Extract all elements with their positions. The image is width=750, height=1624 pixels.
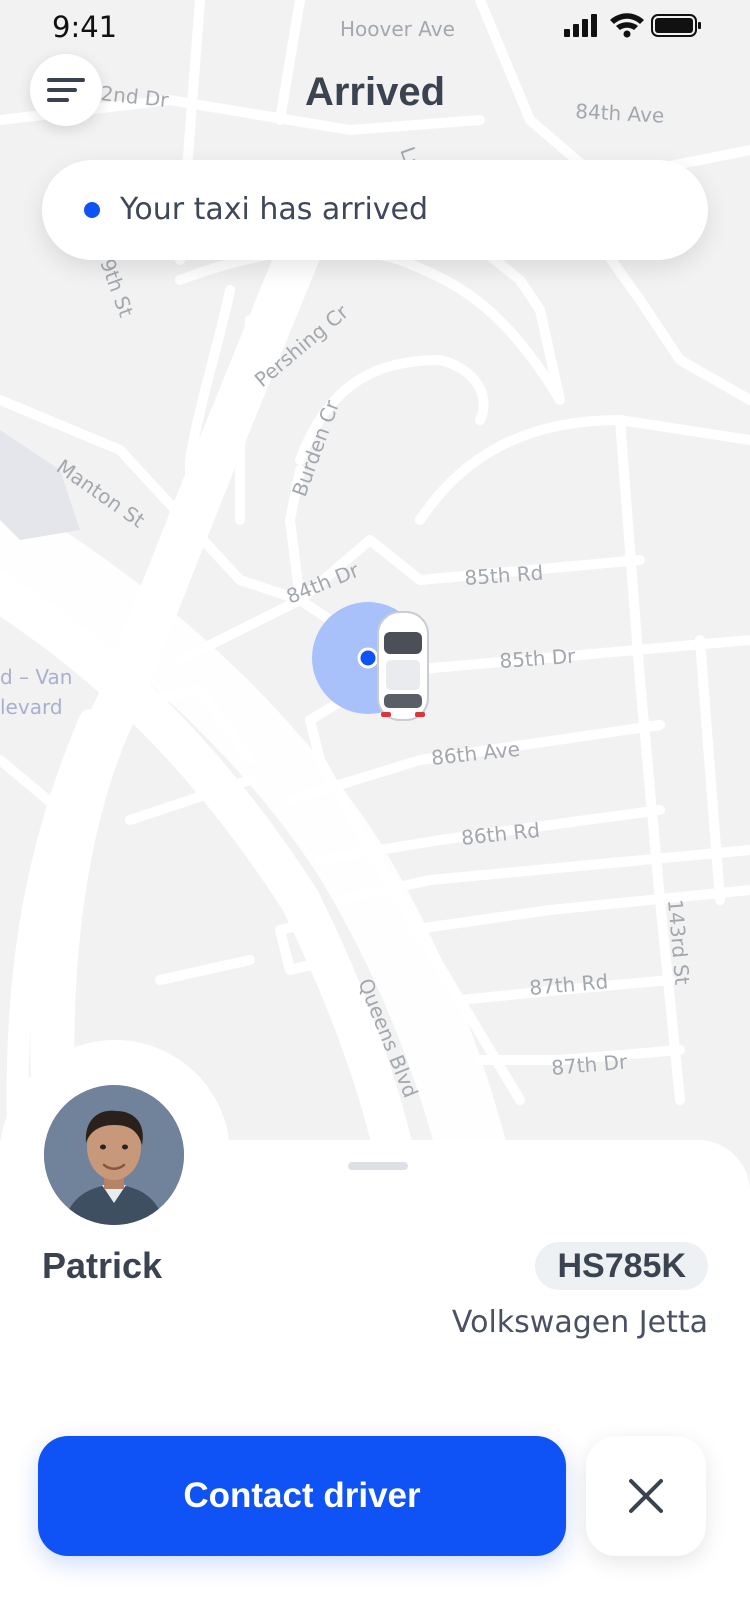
driver-avatar: [44, 1085, 184, 1225]
driver-photo: [44, 1085, 184, 1225]
wifi-icon: [610, 13, 644, 38]
license-plate-badge: HS785K: [535, 1242, 708, 1290]
arrival-notice: Your taxi has arrived: [42, 160, 708, 260]
map-label-van-fragment: d – Van: [0, 665, 72, 689]
car-icon: [377, 611, 429, 721]
status-dot-icon: [84, 202, 100, 218]
status-icons: [564, 13, 701, 38]
page-title: Arrived: [304, 70, 446, 114]
cancel-button[interactable]: [586, 1436, 706, 1556]
map-label-levard-fragment: levard: [0, 695, 63, 719]
driver-name: Patrick: [42, 1245, 163, 1286]
battery-icon: [651, 14, 701, 37]
sheet-drag-handle[interactable]: [348, 1162, 408, 1170]
close-icon: [629, 1479, 663, 1513]
signal-icon: [564, 14, 597, 37]
car-model: Volkswagen Jetta: [451, 1305, 708, 1340]
arrival-notice-text: Your taxi has arrived: [120, 192, 429, 227]
status-bar: 9:41: [0, 0, 750, 54]
status-time: 9:41: [52, 10, 118, 44]
contact-driver-button[interactable]: Contact driver: [38, 1436, 566, 1556]
